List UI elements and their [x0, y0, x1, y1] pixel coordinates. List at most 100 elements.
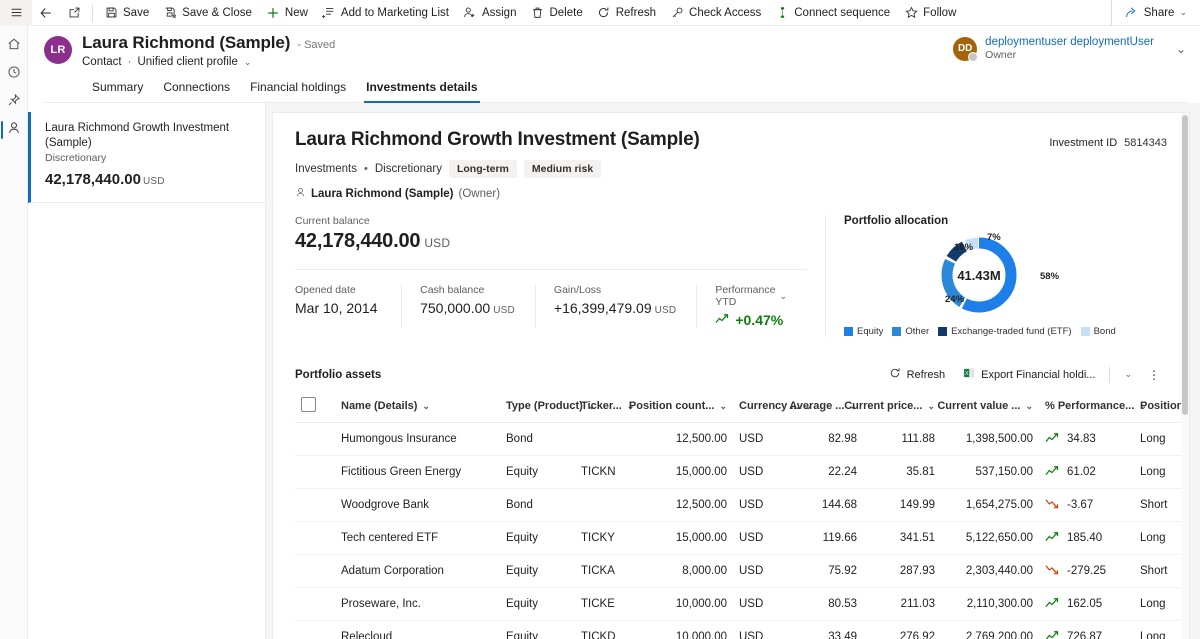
performance-chevron-down-icon[interactable]: ⌄ — [779, 291, 787, 302]
select-all-header[interactable] — [295, 392, 335, 423]
hamburger-icon — [9, 6, 23, 20]
form-selector-chevron-down-icon[interactable]: ⌄ — [244, 57, 252, 68]
table-row[interactable]: Woodgrove Bank Bond 12,500.00 USD 144.68 149.… — [295, 488, 1189, 522]
hamburger-menu-button[interactable] — [0, 0, 32, 26]
stat-performance-ytd-label-text: Performance YTD — [715, 284, 776, 308]
legend-item-equity[interactable]: Equity — [844, 326, 883, 337]
cell-currency[interactable]: USD — [733, 554, 785, 588]
column-header-current-price[interactable]: Current price... ⌄ — [844, 392, 941, 423]
tab-connections[interactable]: Connections — [153, 74, 240, 102]
column-header-type[interactable]: Type (Product) ⌄ — [500, 392, 595, 423]
cell-current-value: 1,398,500.00 — [941, 422, 1039, 456]
portfolio-assets-title: Portfolio assets — [295, 368, 382, 381]
rail-item-contacts[interactable] — [0, 116, 28, 144]
cell-currency[interactable]: USD — [733, 587, 785, 621]
tab-summary[interactable]: Summary — [82, 74, 153, 102]
cell-currency[interactable]: USD — [733, 521, 785, 555]
grid-more-commands-button[interactable]: ⋮ — [1142, 365, 1167, 385]
save-button[interactable]: Save — [97, 0, 156, 26]
column-header-current-value[interactable]: Current value ... ⌄ — [937, 392, 1039, 423]
table-body: Humongous Insurance Bond 12,500.00 USD 82.98… — [295, 422, 1189, 639]
row-select-cell[interactable] — [295, 587, 335, 621]
cell-currency[interactable]: USD — [733, 422, 785, 456]
header-expand-chevron-down-icon[interactable]: ⌄ — [1176, 42, 1186, 56]
form-selector-label[interactable]: Unified client profile — [137, 56, 237, 68]
share-chevron-down-icon[interactable]: ⌄ — [1179, 7, 1187, 18]
row-select-cell[interactable] — [295, 620, 335, 639]
cell-name[interactable]: Proseware, Inc. — [335, 587, 500, 621]
panel-scrollbar[interactable] — [1181, 113, 1189, 639]
connect-sequence-button[interactable]: Connect sequence — [768, 0, 897, 26]
panel-scrollbar-thumb[interactable] — [1182, 115, 1188, 415]
investment-owner-name[interactable]: Laura Richmond (Sample) — [311, 188, 454, 200]
delete-button[interactable]: Delete — [523, 0, 589, 26]
stat-performance-ytd: Performance YTD ⌄ +0.47% — [697, 284, 807, 328]
cell-ticker: TICKY — [575, 521, 643, 555]
legend-label-bond: Bond — [1093, 326, 1116, 337]
tab-financial-holdings[interactable]: Financial holdings — [240, 74, 356, 102]
back-button[interactable] — [32, 0, 60, 26]
column-header-position-count[interactable]: Position count... ⌄ — [629, 392, 733, 423]
table-row[interactable]: Relecloud Equity TICKD 10,000.00 USD 33.49 276… — [295, 620, 1189, 639]
legend-item-bond[interactable]: Bond — [1080, 326, 1116, 337]
cell-name[interactable]: Tech centered ETF — [335, 521, 500, 555]
list-item[interactable]: Laura Richmond Growth Investment (Sample… — [28, 112, 265, 203]
cell-performance-value: 162.05 — [1067, 598, 1103, 610]
export-dropdown-button[interactable]: ⌄ — [1116, 365, 1140, 384]
refresh-button[interactable]: Refresh — [590, 0, 663, 26]
cell-type: Bond — [500, 422, 575, 456]
row-select-cell[interactable] — [295, 554, 335, 588]
cell-name[interactable]: Fictitious Green Energy — [335, 455, 500, 489]
investment-id: Investment ID 5814343 — [1049, 129, 1167, 149]
cell-name[interactable]: Relecloud — [335, 620, 500, 639]
table-row[interactable]: Humongous Insurance Bond 12,500.00 USD 82.98… — [295, 422, 1189, 456]
portfolio-assets-table: Name (Details) ⌄ Type (Product) ⌄ Ticker..… — [295, 392, 1189, 639]
grid-refresh-button[interactable]: Refresh — [881, 363, 954, 386]
tab-investments-details[interactable]: Investments details — [356, 74, 487, 103]
new-button[interactable]: New — [259, 0, 315, 26]
investment-list-column: Laura Richmond Growth Investment (Sample… — [28, 103, 266, 639]
assign-button[interactable]: Assign — [456, 0, 524, 26]
column-header-name[interactable]: Name (Details) ⌄ — [335, 392, 500, 423]
legend-item-other[interactable]: Other — [892, 326, 929, 337]
export-financial-holdings-button[interactable]: X Export Financial holdi... — [955, 363, 1103, 386]
rail-item-pinned[interactable] — [0, 88, 28, 116]
column-header-performance[interactable]: % Performance... ⌄ — [1039, 392, 1147, 423]
cell-position-count: 15,000.00 — [643, 455, 733, 489]
record-header: LR Laura Richmond (Sample) - Saved Conta… — [28, 26, 1200, 103]
cell-currency[interactable]: USD — [733, 455, 785, 489]
breadcrumb-discretionary[interactable]: Discretionary — [375, 163, 442, 175]
add-to-marketing-list-button[interactable]: Add to Marketing List — [315, 0, 456, 26]
follow-button[interactable]: Follow — [897, 0, 963, 26]
row-select-cell[interactable] — [295, 455, 335, 489]
cell-name[interactable]: Adatum Corporation — [335, 554, 500, 588]
cell-name[interactable]: Woodgrove Bank — [335, 488, 500, 522]
cell-current-value: 2,303,440.00 — [941, 554, 1039, 588]
row-select-cell[interactable] — [295, 488, 335, 522]
cell-name[interactable]: Humongous Insurance — [335, 422, 500, 456]
legend-item-etf[interactable]: Exchange-traded fund (ETF) — [938, 326, 1072, 337]
rail-item-home[interactable] — [0, 32, 28, 60]
check-access-button[interactable]: Check Access — [663, 0, 768, 26]
rail-item-recent[interactable] — [0, 60, 28, 88]
column-header-currency[interactable]: Currency ... ⌄ — [733, 392, 812, 423]
cell-current-price: 149.99 — [863, 488, 941, 522]
cell-performance: 185.40 — [1039, 521, 1134, 555]
table-row[interactable]: Proseware, Inc. Equity TICKE 10,000.00 USD 80… — [295, 587, 1189, 621]
plus-icon — [266, 6, 280, 20]
row-select-cell[interactable] — [295, 521, 335, 555]
donut-legend: Equity Other Exchange-traded fund (ETF) — [844, 326, 1167, 337]
table-row[interactable]: Adatum Corporation Equity TICKA 8,000.00 USD… — [295, 554, 1189, 588]
row-select-cell[interactable] — [295, 422, 335, 456]
stat-cash-balance: Cash balance 750,000.00 USD — [402, 284, 536, 328]
cell-currency[interactable]: USD — [733, 488, 785, 522]
breadcrumb-investments[interactable]: Investments — [295, 163, 357, 175]
owner-name[interactable]: deploymentuser deploymentUser — [985, 35, 1154, 49]
save-and-close-button[interactable]: Save & Close — [156, 0, 259, 26]
share-button[interactable]: Share ⌄ — [1118, 0, 1194, 26]
table-row[interactable]: Fictitious Green Energy Equity TICKN 15,000… — [295, 455, 1189, 489]
cell-currency[interactable]: USD — [733, 620, 785, 639]
select-all-checkbox[interactable] — [301, 397, 316, 412]
table-row[interactable]: Tech centered ETF Equity TICKY 15,000.00 USD… — [295, 521, 1189, 555]
popout-button[interactable] — [60, 0, 88, 26]
